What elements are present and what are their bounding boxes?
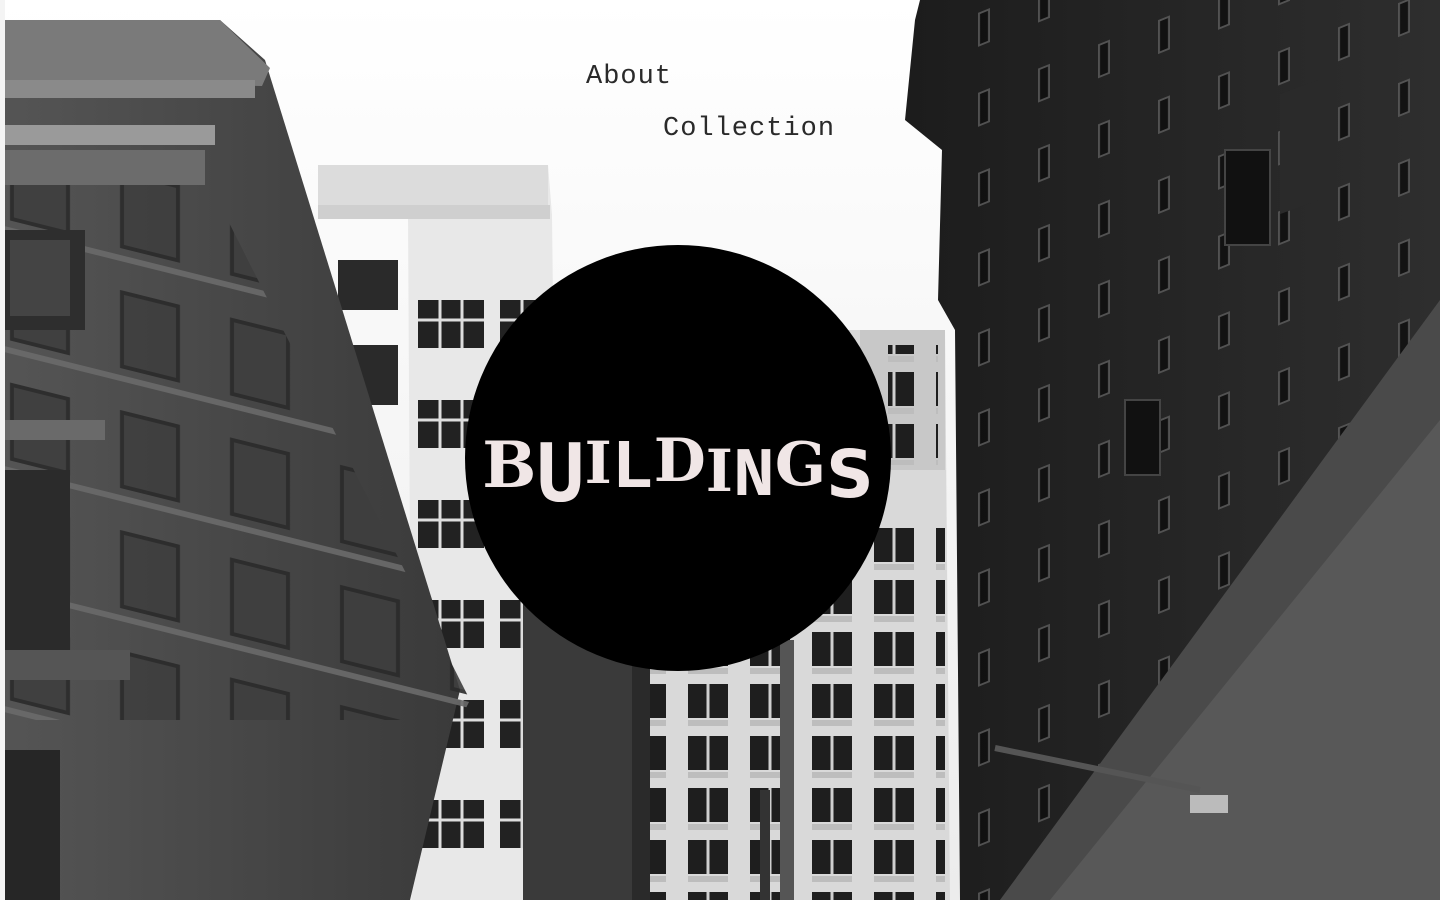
logo-letter: G [774, 430, 827, 500]
logo-wordmark: BUILDINGS [465, 413, 891, 520]
logo-letter: U [536, 427, 585, 520]
logo-circle[interactable]: BUILDINGS [465, 245, 891, 671]
nav-about-link[interactable]: About [586, 62, 672, 92]
logo-letter: I [705, 437, 733, 505]
nav-collection-link[interactable]: Collection [663, 114, 835, 144]
logo-letter: N [732, 438, 775, 517]
logo-letter: S [826, 436, 874, 513]
logo-letter: D [653, 426, 706, 496]
logo-letter: I [584, 429, 612, 497]
logo-letter: B [482, 428, 537, 503]
logo-letter: L [611, 430, 654, 509]
